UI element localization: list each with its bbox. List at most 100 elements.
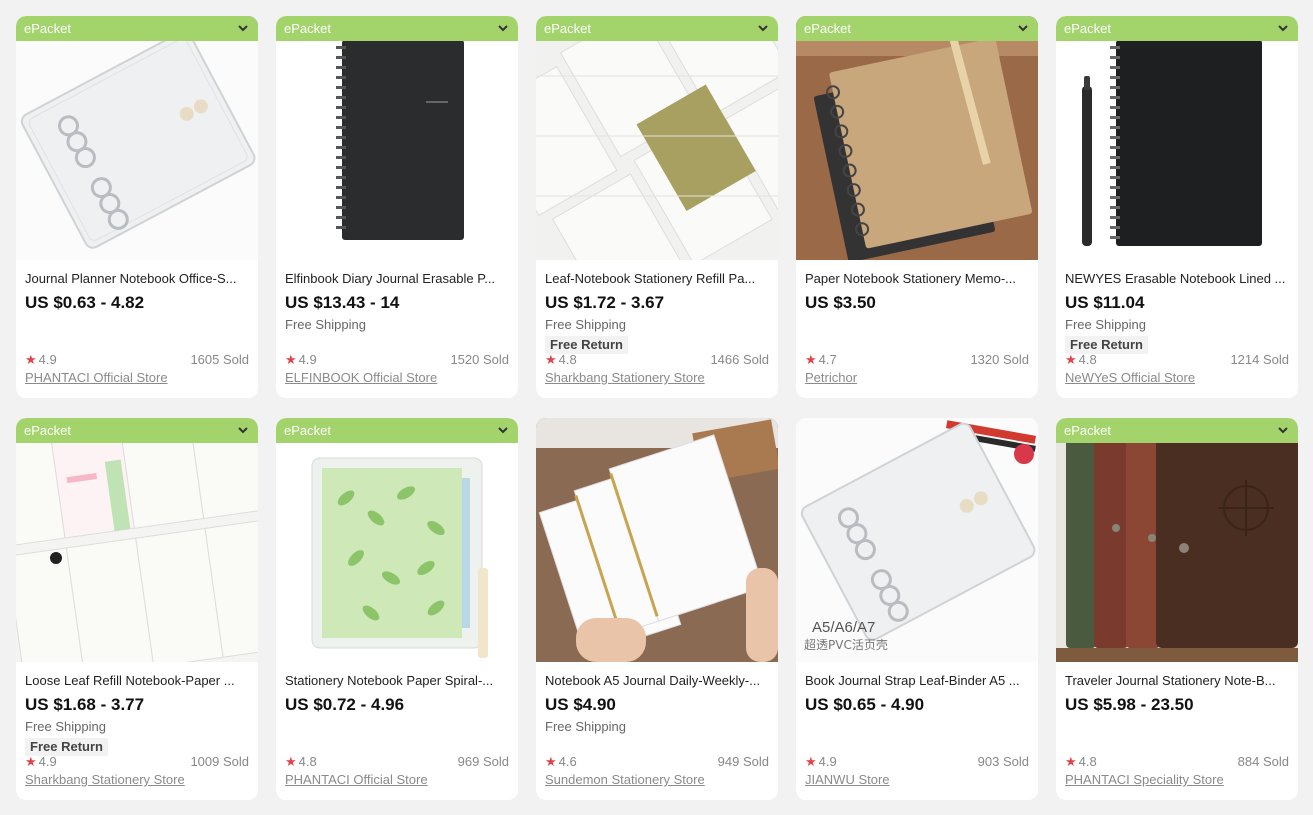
product-price: US $5.98 - 23.50 [1065,695,1194,714]
epacket-badge[interactable]: ePacket [536,16,778,41]
product-price: US $11.04 [1065,293,1145,312]
product-card[interactable]: Notebook A5 Journal Daily-Weekly-... US … [536,418,778,800]
shipping-info [805,316,1029,333]
sold-count: 1214 Sold [1230,352,1289,367]
product-price: US $0.72 - 4.96 [285,695,405,714]
product-title[interactable]: Traveler Journal Stationery Note-B... [1065,672,1289,689]
rating: ★ 4.8 [1065,352,1097,367]
sold-count: 903 Sold [977,754,1029,769]
star-icon: ★ [545,352,557,367]
shipping-info [1065,718,1289,735]
product-title[interactable]: Stationery Notebook Paper Spiral-... [285,672,509,689]
store-link[interactable]: JIANWU Store [805,771,1029,788]
store-link[interactable]: Sundemon Stationery Store [545,771,769,788]
star-icon: ★ [25,352,37,367]
product-image[interactable]: ePacket [276,418,518,662]
store-link[interactable]: PHANTACI Official Store [285,771,509,788]
epacket-badge[interactable]: ePacket [16,16,258,41]
shipping-info: Free Shipping [545,719,626,734]
chevron-down-icon[interactable] [1278,418,1288,443]
epacket-badge[interactable]: ePacket [276,418,518,443]
chevron-down-icon[interactable] [498,418,508,443]
product-card[interactable]: ePacket Stationery Notebook Paper Spiral… [276,418,518,800]
sold-count: 1466 Sold [710,352,769,367]
product-image[interactable]: A5/A6/A7 超透PVC活页壳 [796,418,1038,662]
product-card[interactable]: ePacket Paper Notebook Stationery Memo-.… [796,16,1038,398]
product-title[interactable]: Book Journal Strap Leaf-Binder A5 ... [805,672,1029,689]
product-image[interactable] [536,418,778,662]
epacket-badge[interactable]: ePacket [796,16,1038,41]
shipping-info [805,718,1029,735]
rating: ★ 4.9 [25,754,57,769]
epacket-badge[interactable]: ePacket [16,418,258,443]
star-icon: ★ [25,754,37,769]
rating: ★ 4.9 [25,352,57,367]
shipping-info [285,718,509,735]
epacket-badge[interactable]: ePacket [1056,418,1298,443]
shipping-info: Free Shipping [1065,317,1146,332]
store-link[interactable]: PHANTACI Speciality Store [1065,771,1289,788]
product-price: US $13.43 - 14 [285,293,400,312]
product-image[interactable]: ePacket [16,418,258,662]
star-icon: ★ [1065,352,1077,367]
sold-count: 1009 Sold [190,754,249,769]
product-price: US $0.63 - 4.82 [25,293,145,312]
star-icon: ★ [805,754,817,769]
sold-count: 1320 Sold [970,352,1029,367]
product-title[interactable]: Notebook A5 Journal Daily-Weekly-... [545,672,769,689]
star-icon: ★ [1065,754,1077,769]
star-icon: ★ [285,754,297,769]
product-price: US $1.68 - 3.77 [25,695,145,714]
product-card[interactable]: ePacket Elfinbook Diary Journal Erasable… [276,16,518,398]
chevron-down-icon[interactable] [1278,16,1288,41]
sold-count: 1520 Sold [450,352,509,367]
image-caption-material: 超透PVC活页壳 [804,637,888,652]
product-title[interactable]: Journal Planner Notebook Office-S... [25,270,249,287]
store-link[interactable]: Sharkbang Stationery Store [545,369,769,386]
product-price: US $0.65 - 4.90 [805,695,925,714]
rating: ★ 4.8 [1065,754,1097,769]
product-title[interactable]: Leaf-Notebook Stationery Refill Pa... [545,270,769,287]
star-icon: ★ [545,754,557,769]
store-link[interactable]: PHANTACI Official Store [25,369,249,386]
chevron-down-icon[interactable] [238,16,248,41]
store-link[interactable]: Sharkbang Stationery Store [25,771,249,788]
product-title[interactable]: Loose Leaf Refill Notebook-Paper ... [25,672,249,689]
product-card[interactable]: ePacket Leaf-Notebook Stationery Refill … [536,16,778,398]
sold-count: 949 Sold [717,754,769,769]
product-grid: ePacket Journal Planner Notebook Office-… [16,16,1298,800]
product-title[interactable]: NEWYES Erasable Notebook Lined ... [1065,270,1289,287]
star-icon: ★ [285,352,297,367]
product-title[interactable]: Elfinbook Diary Journal Erasable P... [285,270,509,287]
store-link[interactable]: NeWYeS Official Store [1065,369,1289,386]
shipping-info: Free Shipping [545,317,626,332]
product-card[interactable]: ePacket NEWYES Erasable Notebook Lined .… [1056,16,1298,398]
rating: ★ 4.7 [805,352,837,367]
product-image[interactable]: ePacket [536,16,778,260]
chevron-down-icon[interactable] [498,16,508,41]
epacket-badge[interactable]: ePacket [276,16,518,41]
product-title[interactable]: Paper Notebook Stationery Memo-... [805,270,1029,287]
product-image[interactable]: ePacket [16,16,258,260]
product-image[interactable]: ePacket [276,16,518,260]
chevron-down-icon[interactable] [238,418,248,443]
product-image[interactable]: ePacket [1056,418,1298,662]
product-price: US $1.72 - 3.67 [545,293,665,312]
store-link[interactable]: Petrichor [805,369,1029,386]
product-card[interactable]: ePacket Traveler Journal Stationery Note… [1056,418,1298,800]
product-card[interactable]: A5/A6/A7 超透PVC活页壳 Book Journal Strap Lea… [796,418,1038,800]
product-card[interactable]: ePacket Journal Planner Notebook Office-… [16,16,258,398]
rating: ★ 4.6 [545,754,577,769]
rating: ★ 4.8 [285,754,317,769]
product-card[interactable]: ePacket Loose Leaf Refill Notebook-Paper… [16,418,258,800]
epacket-badge[interactable]: ePacket [1056,16,1298,41]
chevron-down-icon[interactable] [1018,16,1028,41]
shipping-info [25,316,249,333]
chevron-down-icon[interactable] [758,16,768,41]
shipping-info: Free Shipping [285,317,366,332]
shipping-info: Free Shipping [25,719,106,734]
product-image[interactable]: ePacket [796,16,1038,260]
rating: ★ 4.8 [545,352,577,367]
product-image[interactable]: ePacket [1056,16,1298,260]
store-link[interactable]: ELFINBOOK Official Store [285,369,509,386]
